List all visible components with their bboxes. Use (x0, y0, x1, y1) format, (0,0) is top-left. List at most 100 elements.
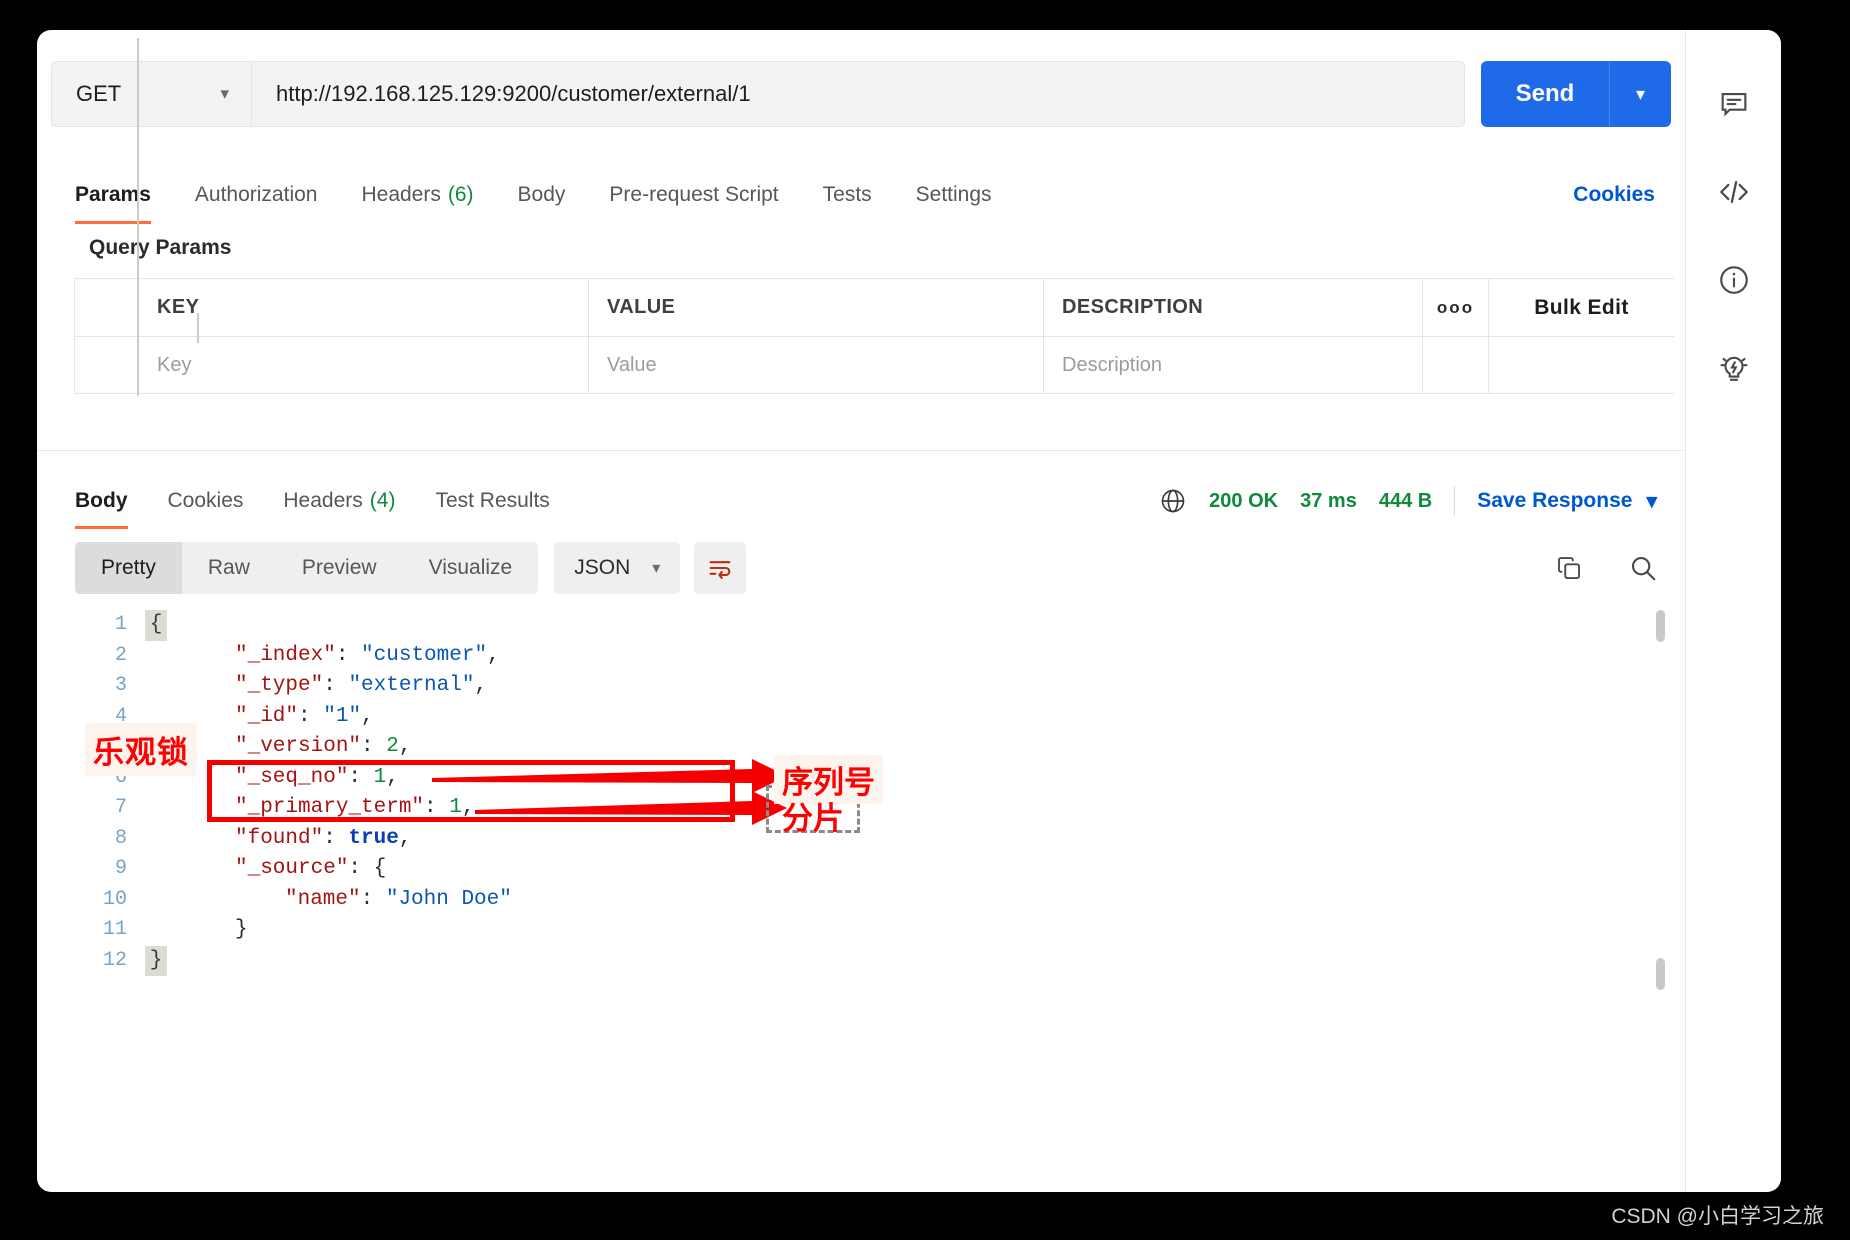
row-checkbox[interactable] (75, 337, 139, 393)
line-number: 2 (114, 643, 127, 667)
line-number: 4 (114, 704, 127, 728)
scrollbar-thumb-bottom[interactable] (1656, 958, 1665, 990)
request-url-bar: GET ▾ http://192.168.125.129:9200/custom… (51, 61, 1671, 127)
send-button-group: Send ▾ (1481, 61, 1671, 127)
header-checkbox-cell (75, 279, 139, 336)
tab-label: Test Results (435, 489, 550, 512)
code-line: 4 "_id": "1", (75, 702, 1635, 733)
tab-label: Body (75, 489, 128, 512)
code-line: 10 "name": "John Doe" (75, 885, 1635, 916)
lightbulb-icon[interactable] (1715, 349, 1753, 387)
code-icon[interactable] (1715, 173, 1753, 211)
tab-label: Body (517, 183, 566, 206)
param-description-input[interactable]: Description (1044, 337, 1423, 393)
line-number: 3 (114, 674, 127, 697)
response-status-bar: 200 OK 37 ms 444 B Save Response ▾ (1159, 486, 1665, 516)
search-icon[interactable] (1628, 553, 1658, 583)
save-response-button[interactable]: Save Response ▾ (1477, 489, 1657, 514)
code-text: "_index": "customer", (235, 643, 500, 667)
tab-body[interactable]: Body (496, 166, 588, 224)
tab-label: Headers (361, 183, 441, 206)
main-column: GET ▾ http://192.168.125.129:9200/custom… (37, 30, 1685, 1192)
response-tab-body[interactable]: Body (57, 473, 148, 529)
param-key-input[interactable]: Key (139, 337, 589, 393)
status-code: 200 OK (1209, 489, 1279, 512)
right-icon-rail (1685, 30, 1781, 1192)
copy-icon[interactable] (1554, 553, 1584, 583)
tab-pre-request-script[interactable]: Pre-request Script (587, 166, 800, 224)
code-fold-marker[interactable]: { (145, 610, 167, 641)
view-preview[interactable]: Preview (276, 542, 403, 594)
word-wrap-icon[interactable] (694, 542, 747, 594)
tab-params[interactable]: Params (51, 166, 173, 224)
tab-settings[interactable]: Settings (894, 166, 1014, 224)
indent-guide (137, 38, 139, 396)
response-tabs: Body Cookies Headers (4) Test Results 20… (57, 473, 1665, 529)
globe-icon (1159, 487, 1187, 515)
line-number: 11 (102, 918, 127, 941)
tab-label: Authorization (194, 183, 318, 206)
code-text: "_version": 2, (235, 735, 412, 758)
comment-icon[interactable] (1715, 85, 1753, 123)
tab-count: (6) (447, 183, 474, 206)
indent-guide (197, 313, 199, 343)
response-tab-test-results[interactable]: Test Results (415, 473, 569, 529)
code-line: 12} (75, 945, 1635, 976)
url-text: http://192.168.125.129:9200/customer/ext… (276, 81, 751, 106)
code-text: "found": true, (235, 826, 412, 850)
send-button[interactable]: Send (1481, 61, 1609, 127)
code-line: 9 "_source": { (75, 854, 1635, 885)
line-number: 1 (114, 613, 127, 636)
code-text: } (235, 918, 248, 941)
url-input[interactable]: http://192.168.125.129:9200/customer/ext… (251, 61, 1465, 127)
request-tabs: Params Authorization Headers (6) Body Pr… (51, 166, 1671, 224)
line-number: 7 (114, 796, 127, 819)
param-value-input[interactable]: Value (589, 337, 1044, 393)
key-placeholder: Key (157, 353, 192, 376)
line-number: 8 (114, 826, 127, 850)
query-params-table: KEY VALUE DESCRIPTION ooo Bulk Edit Key (74, 278, 1674, 394)
response-tab-headers[interactable]: Headers (4) (263, 473, 415, 529)
view-visualize[interactable]: Visualize (403, 542, 539, 594)
tab-label: Settings (915, 183, 992, 206)
tab-label: Pre-request Script (609, 183, 779, 206)
code-fold-marker[interactable]: } (145, 945, 167, 976)
line-number: 12 (102, 948, 127, 972)
value-placeholder: Value (607, 353, 657, 376)
info-icon[interactable] (1715, 261, 1753, 299)
view-raw[interactable]: Raw (182, 542, 276, 594)
response-body-toolbar: Pretty Raw Preview Visualize JSON ▾ (75, 542, 1670, 594)
tab-headers[interactable]: Headers (6) (339, 166, 495, 224)
more-options-icon[interactable]: ooo (1423, 279, 1489, 336)
body-format-label: JSON (574, 556, 631, 579)
query-params-title: Query Params (89, 236, 232, 259)
code-text: "name": "John Doe" (285, 887, 512, 911)
code-line: 11} (75, 915, 1635, 946)
scrollbar-thumb-top[interactable] (1656, 610, 1665, 642)
postman-window: GET ▾ http://192.168.125.129:9200/custom… (37, 30, 1781, 1192)
tab-authorization[interactable]: Authorization (173, 166, 340, 224)
code-line: 3 "_type": "external", (75, 671, 1635, 702)
code-scrollbar[interactable] (1656, 610, 1665, 1010)
chevron-down-icon: ▾ (1646, 489, 1657, 513)
code-text: "_type": "external", (235, 674, 488, 697)
row-bulk-cell (1489, 337, 1674, 393)
send-options-caret-icon[interactable]: ▾ (1609, 61, 1671, 127)
tab-label: Cookies (167, 489, 244, 512)
tab-count: (4) (369, 489, 396, 512)
tab-tests[interactable]: Tests (801, 166, 894, 224)
view-pretty[interactable]: Pretty (75, 542, 182, 594)
cookies-link[interactable]: Cookies (1573, 183, 1671, 207)
header-value: VALUE (589, 279, 1044, 336)
code-line: 1{ (75, 610, 1635, 641)
tab-label: Params (75, 183, 151, 206)
code-line: 5 "_version": 2, (75, 732, 1635, 763)
body-view-segmented: Pretty Raw Preview Visualize (75, 542, 539, 594)
response-tab-cookies[interactable]: Cookies (148, 473, 264, 529)
tab-label: Tests (822, 183, 872, 206)
body-format-select[interactable]: JSON ▾ (554, 542, 681, 594)
bulk-edit-button[interactable]: Bulk Edit (1489, 279, 1674, 336)
code-line: 2 "_index": "customer", (75, 641, 1635, 672)
http-method-select[interactable]: GET ▾ (51, 61, 251, 127)
chevron-down-icon: ▾ (220, 84, 229, 103)
